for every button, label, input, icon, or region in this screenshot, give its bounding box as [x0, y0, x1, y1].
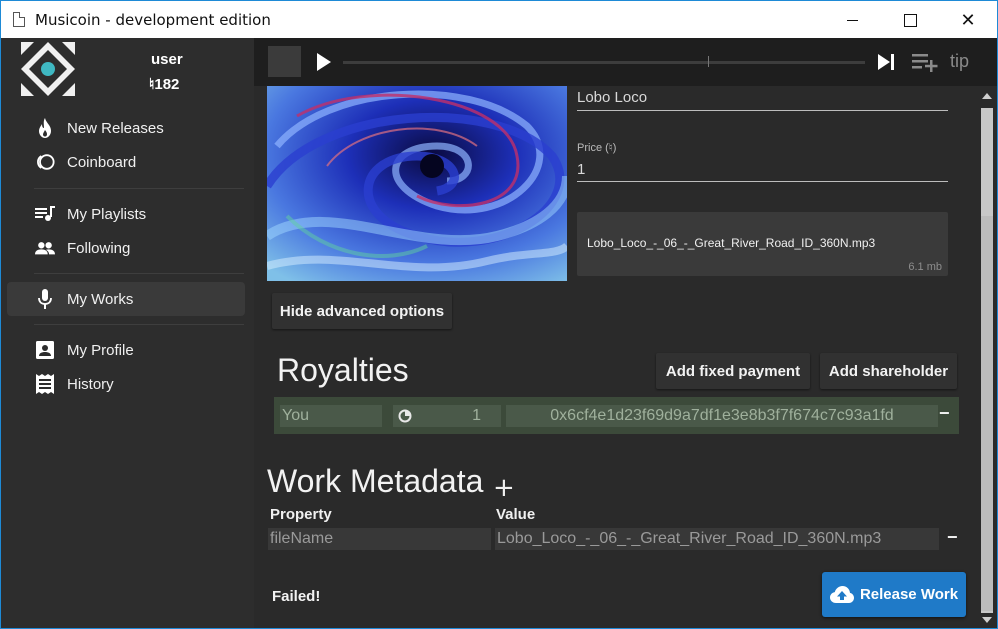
- document-icon: [13, 12, 25, 27]
- share-value: 1: [472, 407, 481, 424]
- coins-icon: [35, 152, 55, 172]
- property-column-header: Property: [270, 506, 332, 523]
- scroll-up-arrow-icon[interactable]: [982, 93, 992, 99]
- sidebar-item-my-works[interactable]: My Works: [7, 282, 245, 316]
- minimize-button[interactable]: [823, 1, 881, 39]
- scroll-thumb[interactable]: [981, 216, 993, 611]
- window-title: Musicoin - development edition: [35, 10, 271, 29]
- cloud-upload-icon: [829, 585, 854, 603]
- sidebar-item-label: My Playlists: [67, 205, 147, 223]
- playlist-icon: [35, 204, 55, 224]
- user-name[interactable]: user: [151, 51, 183, 68]
- shareholder-address-field[interactable]: 0x6cf4e1d23f69d9a7df1e3e8b3f7f674c7c93a1…: [506, 405, 938, 427]
- add-shareholder-button[interactable]: Add shareholder: [820, 353, 957, 389]
- sidebar-item-history[interactable]: History: [7, 367, 245, 401]
- now-playing-artwork: [268, 46, 301, 77]
- sidebar-item-label: History: [67, 375, 114, 393]
- people-icon: [35, 238, 55, 258]
- musicoin-logo: [21, 42, 75, 96]
- hide-advanced-options-button[interactable]: Hide advanced options: [272, 293, 452, 329]
- player-bar: tip: [254, 38, 998, 86]
- play-button[interactable]: [314, 50, 334, 74]
- sidebar: user ♮182 New Releases Coinboard My Play…: [0, 38, 254, 629]
- seek-bar[interactable]: [343, 61, 865, 64]
- sidebar-item-label: New Releases: [67, 119, 164, 137]
- nav-group-works: My Works: [7, 282, 245, 316]
- release-title-field[interactable]: Lobo Loco: [577, 86, 948, 111]
- status-message: Failed!: [272, 588, 321, 605]
- metadata-value-field[interactable]: Lobo_Loco_-_06_-_Great_River_Road_ID_360…: [495, 528, 939, 550]
- price-field[interactable]: 1: [577, 158, 948, 182]
- add-metadata-button[interactable]: +: [493, 473, 515, 503]
- next-track-button[interactable]: [874, 51, 898, 73]
- audio-file-size: 6.1 mb: [908, 261, 942, 273]
- microphone-icon: [35, 289, 55, 309]
- work-metadata-title: Work Metadata: [267, 463, 484, 499]
- profile-card-icon: [35, 340, 55, 360]
- close-button[interactable]: ✕: [939, 1, 997, 39]
- release-artwork[interactable]: [267, 86, 567, 281]
- share-field[interactable]: 1: [393, 405, 501, 427]
- sidebar-divider: [34, 188, 244, 189]
- remove-metadata-button[interactable]: −: [947, 527, 958, 548]
- sidebar-divider: [34, 273, 244, 274]
- user-balance: ♮182: [149, 76, 180, 93]
- sidebar-item-coinboard[interactable]: Coinboard: [7, 145, 245, 179]
- seek-handle[interactable]: [708, 56, 709, 67]
- nav-group-discover: New Releases Coinboard: [7, 111, 245, 179]
- nav-group-account: My Profile History: [7, 333, 245, 401]
- sidebar-item-my-playlists[interactable]: My Playlists: [7, 197, 245, 231]
- close-icon: ✕: [960, 9, 976, 31]
- remove-shareholder-button[interactable]: −: [939, 403, 950, 424]
- add-fixed-payment-button[interactable]: Add fixed payment: [656, 353, 810, 389]
- nav-group-library: My Playlists Following: [7, 197, 245, 265]
- sidebar-divider: [34, 324, 244, 325]
- fire-icon: [35, 118, 55, 138]
- pie-chart-icon: [398, 409, 412, 423]
- receipt-icon: [35, 374, 55, 394]
- window-controls: ✕: [823, 1, 997, 39]
- shareholder-name-field[interactable]: You: [280, 405, 382, 427]
- scroll-down-arrow-icon[interactable]: [982, 617, 992, 623]
- value-column-header: Value: [496, 506, 536, 523]
- queue-add-icon[interactable]: [910, 50, 940, 74]
- sidebar-item-my-profile[interactable]: My Profile: [7, 333, 245, 367]
- sidebar-item-label: My Works: [67, 290, 134, 308]
- release-work-label: Release Work: [859, 586, 959, 603]
- sidebar-item-label: My Profile: [67, 341, 134, 359]
- audio-file-name: Lobo_Loco_-_06_-_Great_River_Road_ID_360…: [587, 236, 876, 250]
- sidebar-item-following[interactable]: Following: [7, 231, 245, 265]
- sidebar-item-label: Coinboard: [67, 153, 137, 171]
- royalties-title: Royalties: [277, 352, 409, 388]
- metadata-property-field[interactable]: fileName: [268, 528, 491, 550]
- audio-file-box[interactable]: Lobo_Loco_-_06_-_Great_River_Road_ID_360…: [577, 212, 948, 276]
- release-form: Lobo Loco Price (♮) 1 Lobo_Loco_-_06_-_G…: [254, 86, 976, 629]
- main-scrollbar[interactable]: [976, 86, 998, 629]
- royalty-row: You 1 0x6cf4e1d23f69d9a7df1e3e8b3f7f674c…: [274, 397, 959, 434]
- sidebar-item-label: Following: [67, 239, 131, 257]
- price-label: Price (♮): [577, 142, 617, 154]
- release-work-button[interactable]: Release Work: [822, 572, 966, 617]
- sidebar-item-new-releases[interactable]: New Releases: [7, 111, 245, 145]
- window-titlebar: Musicoin - development edition ✕: [0, 0, 998, 38]
- maximize-button[interactable]: [881, 1, 939, 39]
- tip-button[interactable]: tip: [950, 51, 969, 72]
